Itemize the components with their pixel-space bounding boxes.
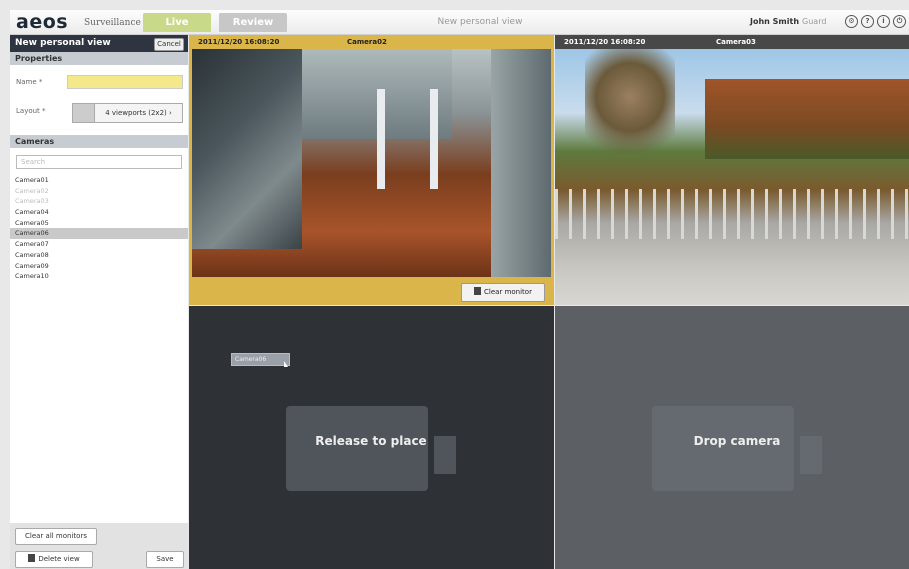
delete-view-button[interactable]: Delete view <box>15 551 93 568</box>
trash-icon <box>474 287 482 295</box>
camera-list-item[interactable]: Camera04 <box>10 207 188 218</box>
sidebar: New personal view Cancel Properties Name… <box>10 35 188 569</box>
help-icon[interactable]: ? <box>861 15 874 28</box>
viewport-1[interactable]: 2011/12/20 16:08:20 Camera02 Clear monit… <box>189 35 554 305</box>
cameras-heading: Cameras <box>10 135 188 148</box>
trash-icon <box>28 554 36 562</box>
camera-list-item[interactable]: Camera06 <box>10 228 188 240</box>
camera-list-item[interactable]: Camera09 <box>10 261 188 272</box>
drop-message: Release to place <box>315 434 427 448</box>
timestamp: 2011/12/20 16:08:20 <box>198 38 280 46</box>
clear-all-monitors-button[interactable]: Clear all monitors <box>15 528 97 545</box>
aeos-logo: aeos <box>16 11 69 33</box>
app-window: aeos Surveillance Live Review New person… <box>0 0 909 569</box>
camera-list-item[interactable]: Camera07 <box>10 239 188 250</box>
logo-subtitle: Surveillance <box>84 18 141 28</box>
viewport-4-drop-target[interactable]: Drop camera <box>555 306 909 569</box>
cursor-icon <box>284 361 288 367</box>
user-name: John Smith <box>750 17 800 26</box>
clear-monitor-label: Clear monitor <box>484 288 532 296</box>
tab-review[interactable]: Review <box>219 13 287 32</box>
camera-list-item[interactable]: Camera01 <box>10 175 188 186</box>
properties-panel: Name * Layout * 4 viewports (2x2) › <box>10 65 188 135</box>
name-label: Name * <box>16 78 43 86</box>
camera-name: Camera03 <box>716 38 756 46</box>
camera-feed-image <box>555 49 909 305</box>
top-bar: aeos Surveillance Live Review New person… <box>10 10 909 35</box>
logout-icon[interactable]: ⏻ <box>893 15 906 28</box>
viewport-header: 2011/12/20 16:08:20 Camera03 <box>555 35 909 49</box>
sidebar-header: New personal view Cancel <box>10 35 188 52</box>
sidebar-footer: Clear all monitors Delete view Save <box>10 523 188 569</box>
user-info: John Smith Guard <box>750 17 826 26</box>
viewport-2[interactable]: 2011/12/20 16:08:20 Camera03 <box>555 35 909 305</box>
delete-view-label: Delete view <box>38 555 80 563</box>
sidebar-title: New personal view <box>15 38 111 48</box>
layout-select[interactable]: 4 viewports (2x2) › <box>94 103 183 123</box>
info-icon[interactable]: i <box>877 15 890 28</box>
dragged-camera-chip[interactable]: Camera06 <box>231 353 290 366</box>
viewport-header: 2011/12/20 16:08:20 Camera02 <box>189 35 554 49</box>
cancel-button[interactable]: Cancel <box>154 38 184 51</box>
camera-feed-image <box>192 49 551 277</box>
camera-list-item[interactable]: Camera02 <box>10 186 188 197</box>
camera-list-item[interactable]: Camera10 <box>10 271 188 282</box>
layout-label: Layout * <box>16 107 46 115</box>
name-field[interactable] <box>67 75 183 89</box>
viewport-3-drop-target[interactable]: Camera06 Release to place <box>189 306 554 569</box>
camera-list-item[interactable]: Camera03 <box>10 196 188 207</box>
drop-message: Drop camera <box>693 434 781 448</box>
save-button[interactable]: Save <box>146 551 184 568</box>
camera-list-item[interactable]: Camera05 <box>10 218 188 229</box>
camera-list-item[interactable]: Camera08 <box>10 250 188 261</box>
top-icons: ⚙? i ⏻ <box>845 15 909 28</box>
view-title: New personal view <box>437 17 523 27</box>
camera-name: Camera02 <box>347 38 387 46</box>
settings-icon[interactable]: ⚙ <box>845 15 858 28</box>
search-input[interactable]: Search <box>16 155 182 169</box>
layout-preview-icon <box>72 103 96 123</box>
clear-monitor-button[interactable]: Clear monitor <box>461 283 545 302</box>
timestamp: 2011/12/20 16:08:20 <box>564 38 646 46</box>
user-role: Guard <box>802 17 827 26</box>
tab-live[interactable]: Live <box>143 13 211 32</box>
properties-heading: Properties <box>10 52 188 65</box>
camera-list: Camera01 Camera02 Camera03 Camera04 Came… <box>10 175 188 282</box>
